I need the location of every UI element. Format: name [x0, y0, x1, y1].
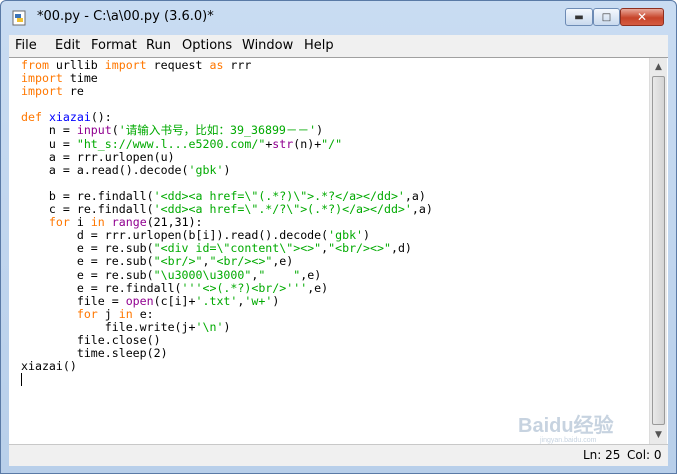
idle-editor-window: *00.py - C:\a\00.py (3.6.0)* ▬ □ ✕ File … [0, 0, 677, 474]
scroll-up-arrow-icon[interactable]: ▲ [651, 59, 666, 75]
status-bar: Ln: 25 Col: 0 [9, 444, 668, 466]
menu-window[interactable]: Window [242, 38, 293, 53]
close-button[interactable]: ✕ [620, 8, 664, 26]
watermark-subtext: jingyan.baidu.com [539, 437, 597, 444]
scroll-down-arrow-icon[interactable]: ▼ [651, 427, 666, 443]
minimize-icon: ▬ [574, 11, 584, 23]
menu-file[interactable]: File [15, 38, 37, 53]
maximize-button[interactable]: □ [593, 8, 620, 26]
menu-options[interactable]: Options [182, 38, 232, 53]
vertical-scrollbar[interactable]: ▲ ▼ [649, 58, 667, 444]
maximize-icon: □ [601, 11, 612, 23]
title-bar[interactable]: *00.py - C:\a\00.py (3.6.0)* ▬ □ ✕ [1, 1, 676, 33]
code-editor[interactable]: from urllib import request as rrr import… [9, 57, 668, 445]
watermark-text: Baidu经验 [518, 413, 614, 437]
window-title: *00.py - C:\a\00.py (3.6.0)* [37, 9, 214, 24]
baidu-jingyan-watermark: Baidu经验 jingyan.baidu.com [518, 413, 614, 444]
menu-bar: File Edit Format Run Options Window Help [9, 35, 668, 57]
minimize-button[interactable]: ▬ [565, 8, 593, 26]
scrollbar-thumb[interactable] [652, 76, 665, 425]
line-indicator: Ln: 25 [583, 448, 621, 462]
column-indicator: Col: 0 [627, 448, 662, 462]
menu-format[interactable]: Format [91, 38, 137, 53]
text-cursor [21, 373, 22, 386]
menu-help[interactable]: Help [304, 38, 334, 53]
menu-edit[interactable]: Edit [55, 38, 80, 53]
menu-run[interactable]: Run [146, 38, 171, 53]
python-file-icon [12, 10, 26, 26]
code-text[interactable]: from urllib import request as rrr import… [21, 58, 433, 373]
close-icon: ✕ [636, 10, 648, 24]
